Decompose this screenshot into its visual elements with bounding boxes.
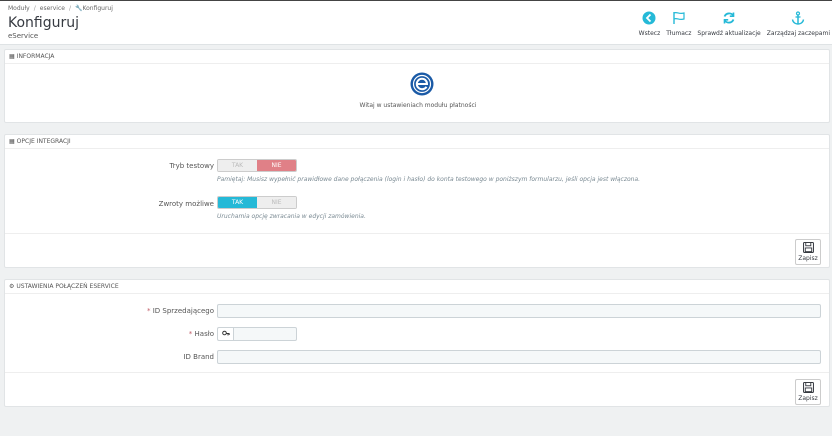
breadcrumb-eservice[interactable]: eservice <box>40 5 65 12</box>
back-button[interactable]: Wstecz <box>639 9 660 41</box>
welcome-text: Witaj w ustawieniach modułu płatności <box>359 102 477 109</box>
toolbar: Wstecz Tłumacz Sprawdź aktualizacje Zarz… <box>633 9 830 41</box>
page-title: Konfiguruj <box>8 15 80 31</box>
check-updates-button[interactable]: Sprawdź aktualizacje <box>697 9 761 41</box>
panel-footer-divider <box>5 233 829 234</box>
brand-id-input[interactable] <box>217 350 821 364</box>
panel-footer-divider <box>5 372 829 373</box>
password-input[interactable] <box>233 327 297 341</box>
back-arrow-icon <box>642 11 656 25</box>
test-mode-no[interactable]: NIE <box>257 160 296 171</box>
refresh-icon <box>723 12 735 24</box>
page-subtitle: eService <box>8 32 39 40</box>
panel-heading: ⚙ USTAWIENIA POŁĄCZEŃ ESERVICE <box>5 280 829 294</box>
translate-button[interactable]: Tłumacz <box>666 9 691 41</box>
panel-heading: ▦ OPCJE INTEGRACJI <box>5 135 829 149</box>
grid-icon: ▦ <box>9 53 15 60</box>
password-label: * Hasło <box>188 330 214 338</box>
merchant-id-input[interactable] <box>217 304 821 318</box>
refunds-label: Zwroty możliwe <box>158 200 214 208</box>
test-mode-yes[interactable]: TAK <box>218 160 257 171</box>
gear-icon: ⚙ <box>9 283 15 290</box>
integration-options-panel: ▦ OPCJE INTEGRACJI Tryb testowy TAK NIE … <box>4 134 830 268</box>
refunds-yes[interactable]: TAK <box>218 197 257 208</box>
eservice-logo <box>410 72 434 98</box>
test-mode-label: Tryb testowy <box>169 162 214 170</box>
test-mode-switch[interactable]: TAK NIE <box>217 159 297 172</box>
grid-icon: ▦ <box>9 138 15 145</box>
page-header: Moduły / eservice / 🔧Konfiguruj Konfiguruj e… <box>0 1 832 45</box>
connection-settings-panel: ⚙ USTAWIENIA POŁĄCZEŃ ESERVICE * ID Sprz… <box>4 279 830 407</box>
manage-hooks-button[interactable]: Zarządzaj zaczepami <box>767 9 830 41</box>
floppy-icon <box>802 242 814 253</box>
save-button[interactable]: Zapisz <box>795 239 821 265</box>
password-field[interactable] <box>217 327 297 341</box>
flag-icon <box>673 11 685 24</box>
breadcrumb: Moduły / eservice / 🔧Konfiguruj <box>8 5 113 12</box>
refunds-help: Uruchamia opcję zwracania w edycji zamów… <box>217 213 366 220</box>
refunds-switch[interactable]: TAK NIE <box>217 196 297 209</box>
panel-heading: ▦ INFORMACJA <box>5 50 829 64</box>
merchant-id-label: * ID Sprzedającego <box>146 307 214 315</box>
test-mode-help: Pamiętaj: Musisz wypełnić prawidłowe dan… <box>217 176 641 183</box>
breadcrumb-configure: Konfiguruj <box>82 5 113 12</box>
anchor-icon <box>792 11 805 25</box>
brand-id-label: ID Brand <box>183 353 214 361</box>
breadcrumb-modules[interactable]: Moduły <box>8 5 30 12</box>
key-icon <box>217 327 233 341</box>
information-panel: ▦ INFORMACJA Witaj w ustawieniach modułu… <box>4 49 830 123</box>
floppy-icon <box>802 382 814 393</box>
refunds-no[interactable]: NIE <box>257 197 296 208</box>
save-button[interactable]: Zapisz <box>795 379 821 405</box>
